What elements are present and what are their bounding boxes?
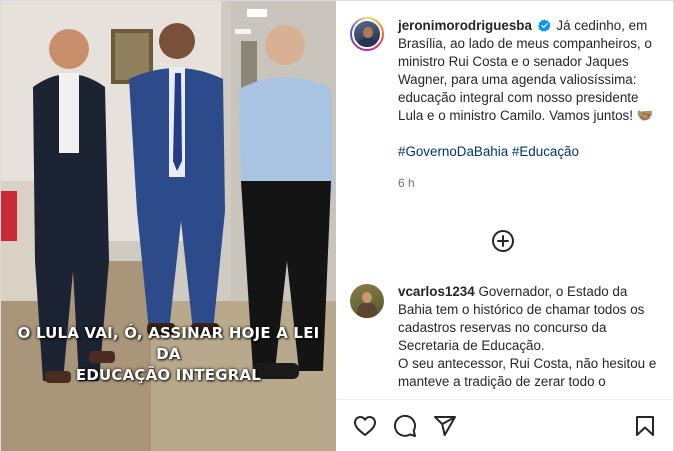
post-video[interactable]: O LULA VAI, Ó, ASSINAR HOJE A LEI DA EDU… xyxy=(1,1,336,451)
hashtag-line: #GovernoDaBahia #Educação xyxy=(398,143,659,161)
action-bar xyxy=(336,399,673,451)
hashtag-link[interactable]: #GovernoDaBahia xyxy=(398,144,508,159)
comment-item: vcarlos1234 Governador, o Estado da Bahi… xyxy=(336,283,673,391)
video-caption-line-2: EDUCAÇÃO INTEGRAL xyxy=(75,366,262,384)
hashtag-link[interactable]: #Educação xyxy=(512,144,579,159)
comment-body: vcarlos1234 Governador, o Estado da Bahi… xyxy=(398,283,659,391)
commenter-username[interactable]: vcarlos1234 xyxy=(398,284,475,299)
video-caption-line-1: O LULA VAI, Ó, ASSINAR HOJE A LEI DA xyxy=(17,324,320,363)
caption-text: Já cedinho, em Brasília, ao lado de meus… xyxy=(398,18,654,123)
send-icon[interactable] xyxy=(433,414,457,438)
commenter-avatar[interactable] xyxy=(350,284,384,318)
plus-circle-icon[interactable] xyxy=(491,229,515,253)
video-caption-overlay: O LULA VAI, Ó, ASSINAR HOJE A LEI DA EDU… xyxy=(1,323,336,386)
bookmark-icon[interactable] xyxy=(633,414,657,438)
author-username[interactable]: jeronimorodriguesba xyxy=(398,18,532,33)
caption-body: jeronimorodriguesba Já cedinho, em Brasí… xyxy=(398,17,659,192)
author-avatar[interactable] xyxy=(350,17,384,51)
heart-icon[interactable] xyxy=(353,414,377,438)
post-timestamp[interactable]: 6 h xyxy=(398,174,659,192)
comments-scroll-area[interactable]: jeronimorodriguesba Já cedinho, em Brasí… xyxy=(336,1,673,399)
verified-badge-icon xyxy=(537,19,551,32)
post-details-panel: jeronimorodriguesba Já cedinho, em Brasí… xyxy=(336,1,673,451)
comment-icon[interactable] xyxy=(393,414,417,438)
instagram-post: O LULA VAI, Ó, ASSINAR HOJE A LEI DA EDU… xyxy=(0,0,674,451)
comment-text-continued: O seu antecessor, Rui Costa, não hesitou… xyxy=(398,356,657,389)
post-caption: jeronimorodriguesba Já cedinho, em Brasí… xyxy=(336,1,673,192)
